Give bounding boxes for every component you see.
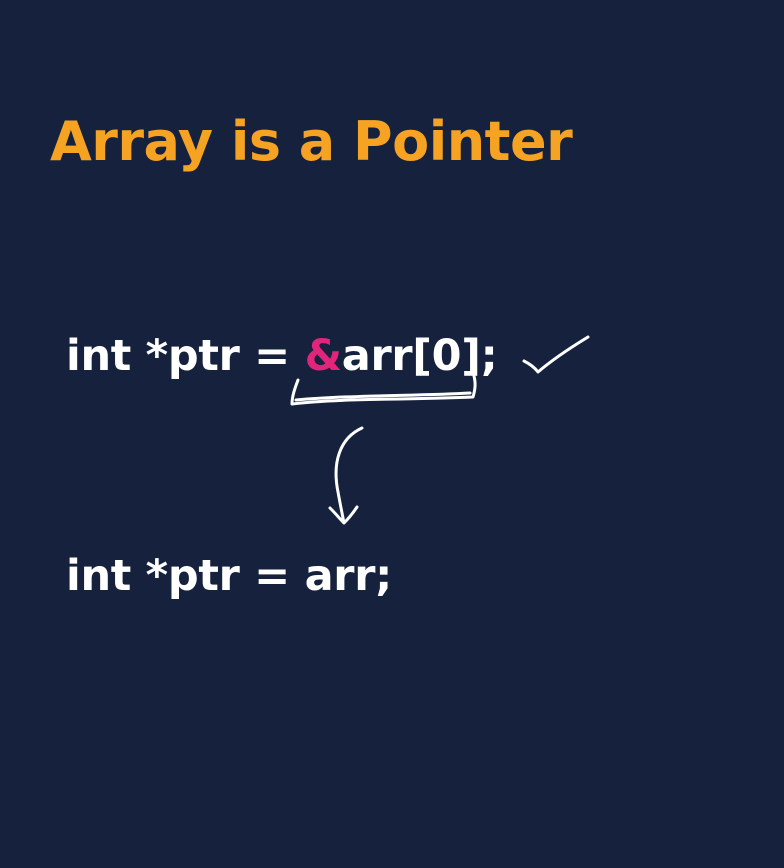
code-prefix: int *ptr =	[66, 331, 305, 381]
checkmark-icon	[522, 335, 590, 374]
down-arrow-icon	[328, 426, 364, 525]
code-suffix: arr[0];	[341, 331, 498, 381]
code-line-address-of: int *ptr = &arr[0];	[66, 328, 498, 384]
page-title: Array is a Pointer	[50, 110, 573, 173]
slide: Array is a Pointer int *ptr = &arr[0]; i…	[0, 0, 784, 868]
ampersand-operator: &	[304, 331, 343, 381]
code-line-array-name: int *ptr = arr;	[66, 551, 392, 601]
